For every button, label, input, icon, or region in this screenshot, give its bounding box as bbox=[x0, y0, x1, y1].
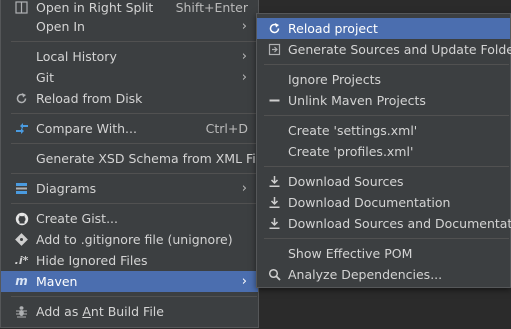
submenu-item-create-profiles-xml[interactable]: Create 'profiles.xml' bbox=[257, 141, 510, 162]
menu-item-label: Download Sources and Documentation bbox=[288, 216, 511, 231]
github-icon bbox=[14, 211, 29, 226]
submenu-item-download-sources-and-documentation[interactable]: Download Sources and Documentation bbox=[257, 213, 511, 234]
menu-item-label: Download Documentation bbox=[288, 195, 451, 210]
search-icon bbox=[267, 267, 282, 282]
shortcut-label: Ctrl+D bbox=[205, 121, 248, 136]
menu-item-label: Generate XSD Schema from XML File... bbox=[36, 151, 279, 166]
separator bbox=[264, 64, 509, 65]
chevron-right-icon: › bbox=[241, 274, 247, 289]
reload-icon bbox=[14, 91, 29, 106]
menu-item-label: Unlink Maven Projects bbox=[288, 93, 426, 108]
submenu-item-analyze-dependencies[interactable]: Analyze Dependencies... bbox=[257, 264, 510, 285]
separator bbox=[11, 173, 257, 174]
menu-item-label: Reload from Disk bbox=[36, 91, 143, 106]
download-icon bbox=[267, 216, 282, 231]
separator bbox=[264, 115, 509, 116]
separator bbox=[11, 296, 257, 297]
menu-item-label: Create Gist... bbox=[36, 211, 119, 226]
chevron-right-icon: › bbox=[241, 49, 247, 64]
menu-item-label: Reload project bbox=[288, 21, 378, 36]
menu-item-label: Add to .gitignore file (unignore) bbox=[36, 232, 233, 247]
submenu-item-generate-sources[interactable]: Generate Sources and Update Folders bbox=[257, 39, 511, 60]
menu-item-label: Git bbox=[36, 70, 55, 85]
separator bbox=[11, 113, 257, 114]
ant-icon bbox=[14, 304, 29, 319]
context-menu: Open in Right Split Shift+Enter Open In … bbox=[0, 0, 279, 328]
reload-icon bbox=[267, 21, 282, 36]
menu-item-git[interactable]: Git › bbox=[1, 67, 258, 88]
menu-item-label: Show Effective POM bbox=[288, 246, 413, 261]
menu-item-label: Open In bbox=[36, 19, 85, 34]
submenu-item-create-settings-xml[interactable]: Create 'settings.xml' bbox=[257, 120, 510, 141]
menu-item-label: Generate Sources and Update Folders bbox=[288, 42, 511, 57]
separator bbox=[11, 203, 257, 204]
menu-item-label: Hide Ignored Files bbox=[36, 253, 148, 268]
menu-item-label: Compare With... bbox=[36, 121, 137, 136]
submenu-item-unlink-maven-projects[interactable]: Unlink Maven Projects bbox=[257, 90, 510, 111]
separator bbox=[264, 166, 509, 167]
menu-item-compare-with[interactable]: Compare With... Ctrl+D bbox=[1, 118, 258, 139]
menu-item-label: Ignore Projects bbox=[288, 72, 381, 87]
chevron-right-icon: › bbox=[241, 19, 247, 34]
menu-item-create-gist[interactable]: Create Gist... bbox=[1, 208, 258, 229]
menu-item-add-to-gitignore[interactable]: Add to .gitignore file (unignore) bbox=[1, 229, 258, 250]
menu-item-local-history[interactable]: Local History › bbox=[1, 46, 258, 67]
download-icon bbox=[267, 195, 282, 210]
submenu-item-reload-project[interactable]: Reload project bbox=[257, 18, 510, 39]
gitignore-icon bbox=[14, 232, 29, 247]
download-icon bbox=[267, 174, 282, 189]
separator bbox=[264, 238, 509, 239]
menu-item-label: Local History bbox=[36, 49, 117, 64]
submenu-item-ignore-projects[interactable]: Ignore Projects bbox=[257, 69, 510, 90]
split-icon bbox=[14, 0, 29, 15]
minus-icon bbox=[267, 93, 282, 108]
menu-item-reload-from-disk[interactable]: Reload from Disk bbox=[1, 88, 258, 109]
menu-item-label: Download Sources bbox=[288, 174, 404, 189]
menu-item-label: Diagrams bbox=[36, 181, 97, 196]
menu-item-label: Add as Ant Build File bbox=[36, 304, 164, 319]
menu-item-maven[interactable]: m Maven › bbox=[1, 271, 258, 292]
menu-item-label: Create 'profiles.xml' bbox=[288, 144, 414, 159]
menu-item-label: Analyze Dependencies... bbox=[288, 267, 443, 282]
menu-item-diagrams[interactable]: Diagrams › bbox=[1, 178, 258, 199]
separator bbox=[11, 41, 257, 42]
separator bbox=[11, 143, 257, 144]
ignored-files-icon: .i* bbox=[14, 254, 29, 267]
menu-item-hide-ignored-files[interactable]: .i* Hide Ignored Files bbox=[1, 250, 258, 271]
maven-submenu: Reload project Generate Sources and Upda… bbox=[256, 13, 511, 288]
submenu-item-download-documentation[interactable]: Download Documentation bbox=[257, 192, 510, 213]
menu-item-open-in[interactable]: Open In › bbox=[1, 16, 258, 37]
submenu-item-show-effective-pom[interactable]: Show Effective POM bbox=[257, 243, 510, 264]
chevron-right-icon: › bbox=[241, 181, 247, 196]
chevron-right-icon: › bbox=[241, 70, 247, 85]
maven-icon: m bbox=[15, 274, 28, 288]
menu-item-add-as-ant-build-file[interactable]: Add as Ant Build File bbox=[1, 301, 258, 322]
menu-item-label: Create 'settings.xml' bbox=[288, 123, 418, 138]
compare-icon bbox=[14, 121, 29, 136]
generate-icon bbox=[267, 42, 282, 57]
diagram-icon bbox=[14, 181, 29, 196]
menu-item-label: Maven bbox=[36, 274, 78, 289]
submenu-item-download-sources[interactable]: Download Sources bbox=[257, 171, 510, 192]
menu-item-generate-xsd-schema[interactable]: Generate XSD Schema from XML File... bbox=[1, 148, 279, 169]
